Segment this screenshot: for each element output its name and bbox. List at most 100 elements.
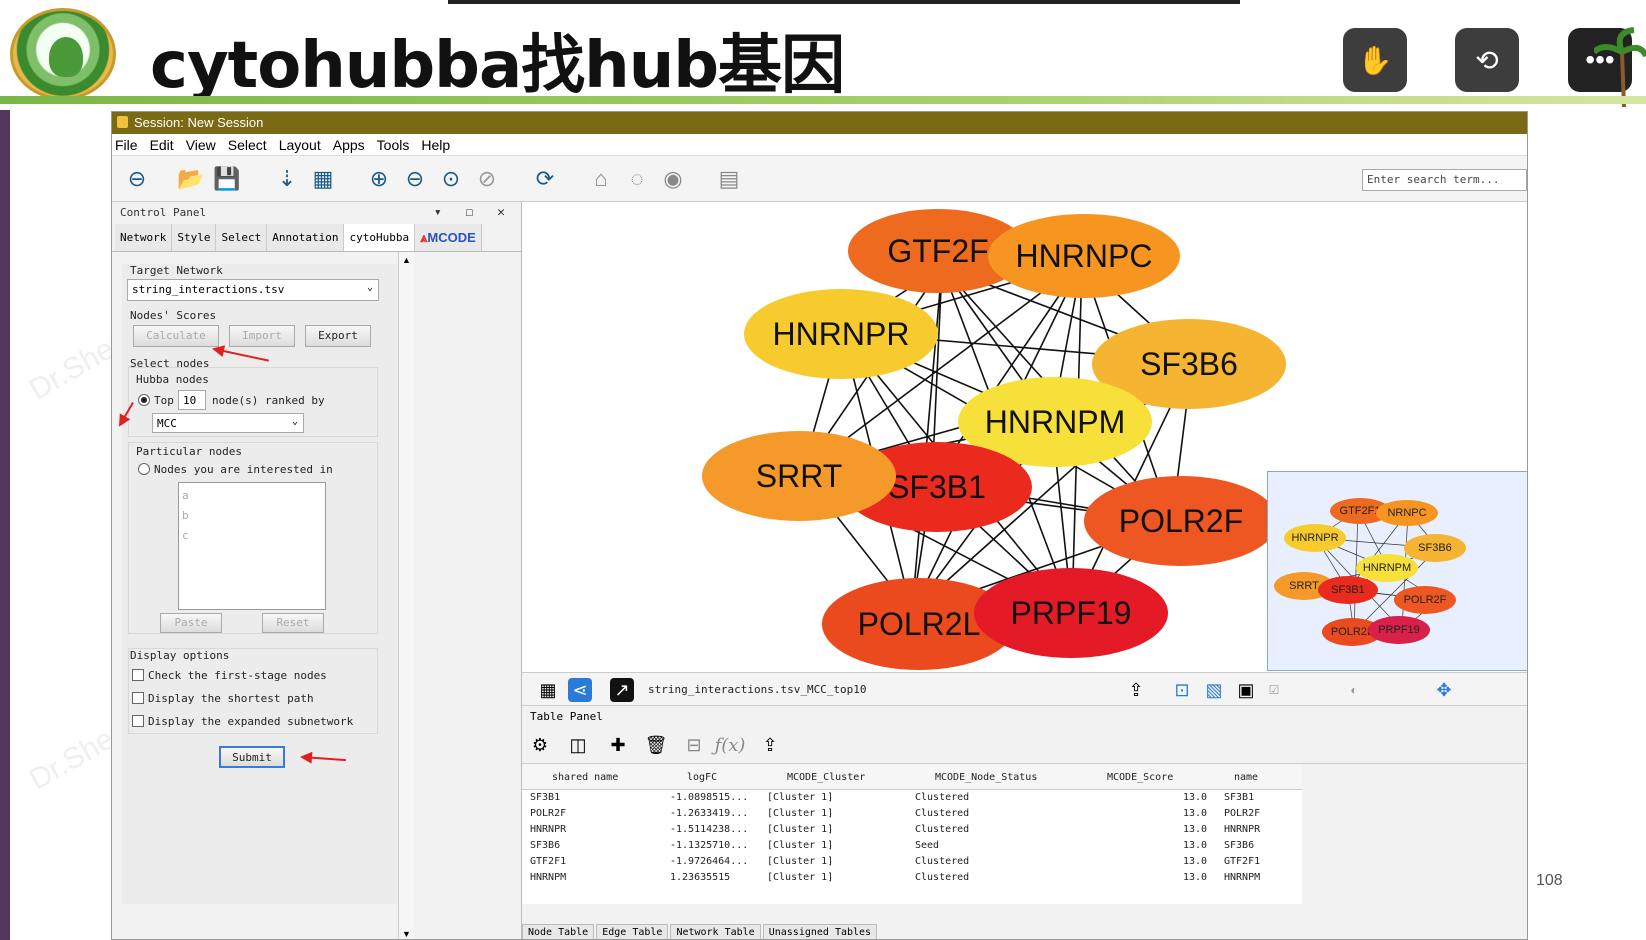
home-icon[interactable]: ⌂ <box>586 164 616 194</box>
column-header[interactable]: name <box>1234 772 1258 783</box>
calculate-button[interactable]: Calculate <box>133 325 219 347</box>
column-header[interactable]: MCODE_Node_Status <box>935 772 1037 783</box>
table-row[interactable]: HNRNPR -1.5114238... [Cluster 1] Clustered 1… <box>522 822 1302 838</box>
zoom-out-icon[interactable]: ⊖ <box>400 164 430 194</box>
table-row[interactable]: SF3B6 -1.1325710... [Cluster 1] Seed 13.0 SF3… <box>522 838 1302 854</box>
select-nodes-icon[interactable]: ⊡ <box>1170 678 1194 702</box>
shortest-path-checkbox[interactable] <box>132 692 144 704</box>
menu-apps[interactable]: Apps <box>333 134 365 155</box>
export-icon[interactable]: ⇪ <box>1124 678 1148 702</box>
rotate-button[interactable]: ⟲ <box>1455 28 1519 92</box>
hide-icon[interactable]: ◌ <box>622 164 652 194</box>
open-folder-icon[interactable]: 📂 <box>176 164 206 194</box>
target-network-select[interactable]: string_interactions.tsv ⌄ <box>127 279 379 301</box>
network-node[interactable]: POLR2F <box>1084 476 1278 566</box>
annotation-arrow <box>301 756 346 762</box>
scroll-down-icon[interactable]: ▼ <box>402 929 411 939</box>
table-row[interactable]: HNRNPM 1.23635515 [Cluster 1] Clustered 13.0… <box>522 870 1302 886</box>
zoom-selected-icon[interactable]: ⊘ <box>472 164 502 194</box>
network-icon[interactable]: ⊖ <box>122 164 152 194</box>
import-network-icon[interactable]: ⇣ <box>272 164 302 194</box>
chevron-down-icon: ⌄ <box>291 416 298 427</box>
column-header[interactable]: shared name <box>552 772 618 783</box>
scroll-up-icon[interactable]: ▲ <box>402 255 411 265</box>
menu-edit[interactable]: Edit <box>150 134 174 155</box>
function-icon[interactable]: ƒ(x) <box>715 733 746 757</box>
export-table-icon[interactable]: ⇪ <box>758 733 782 757</box>
top-nodes-radio[interactable] <box>138 394 150 406</box>
reset-button[interactable]: Reset <box>262 613 324 633</box>
expanded-subnetwork-checkbox[interactable] <box>132 715 144 727</box>
panel-window-buttons[interactable]: ▾ ☐ ✕ <box>434 202 513 224</box>
tab-network-table[interactable]: Network Table <box>670 924 761 939</box>
select-edges-icon[interactable]: ▧ <box>1202 678 1226 702</box>
search-input[interactable]: Enter search term... <box>1362 169 1527 191</box>
network-node[interactable]: HNRNPR <box>744 289 938 379</box>
tab-unassigned-tables[interactable]: Unassigned Tables <box>762 924 878 939</box>
caption-toggle-button[interactable]: ✋ <box>1343 28 1407 92</box>
network-node[interactable]: HNRNPC <box>988 214 1180 298</box>
document-icon[interactable]: ▤ <box>714 164 744 194</box>
top-count-field[interactable]: 10 <box>178 390 206 410</box>
tab-node-table[interactable]: Node Table <box>522 924 595 939</box>
gear-icon[interactable]: ⚙ <box>528 733 552 757</box>
link-icon[interactable]: ⊟ <box>682 733 706 757</box>
network-node[interactable]: SRRT <box>702 431 896 521</box>
pan-icon[interactable]: ✥ <box>1432 678 1456 702</box>
refresh-icon[interactable]: ⟳ <box>530 164 560 194</box>
import-button[interactable]: Import <box>229 325 295 347</box>
columns-icon[interactable]: ◫ <box>566 733 590 757</box>
table-cell: [Cluster 1] <box>767 808 834 819</box>
network-node[interactable]: PRPF19 <box>974 568 1168 658</box>
tab-cytohubba[interactable]: cytoHubba <box>344 224 416 251</box>
zoom-fit-icon[interactable]: ⊙ <box>436 164 466 194</box>
menu-help[interactable]: Help <box>421 134 450 155</box>
submit-button[interactable]: Submit <box>219 746 285 768</box>
zoom-in-icon[interactable]: ⊕ <box>364 164 394 194</box>
detach-icon[interactable]: ↗ <box>610 678 634 702</box>
table-cell: -1.9726464... <box>670 856 749 867</box>
menu-tools[interactable]: Tools <box>377 134 410 155</box>
export-button[interactable]: Export <box>305 325 371 347</box>
tab-select[interactable]: Select <box>216 224 268 251</box>
table-row[interactable]: SF3B1 -1.0898515... [Cluster 1] Clustered 13… <box>522 790 1302 806</box>
menu-view[interactable]: View <box>186 134 216 155</box>
network-view-toolbar: ▦ ⋖ ↗ string_interactions.tsv_MCC_top10 … <box>522 672 1527 706</box>
control-panel-scrollbar[interactable]: ▲ ▼ <box>398 252 414 939</box>
node-label: HNRNPM <box>984 403 1126 440</box>
table-row[interactable]: POLR2F -1.2633419... [Cluster 1] Clustered 1… <box>522 806 1302 822</box>
cytohubba-panel: Target Network string_interactions.tsv ⌄ … <box>119 264 400 904</box>
hidden-icon[interactable]: ◐ <box>1342 678 1366 702</box>
tab-annotation[interactable]: Annotation <box>267 224 345 251</box>
network-overview-map[interactable]: GTF2F1 NRNPC HNRNPR SF3B6 HNRNPM SRRT SF… <box>1267 471 1527 671</box>
menu-file[interactable]: File <box>115 134 138 155</box>
menu-select[interactable]: Select <box>228 134 267 155</box>
select-all-icon[interactable]: ▣ <box>1234 678 1258 702</box>
save-icon[interactable]: 💾 <box>212 164 242 194</box>
tab-mcode[interactable]: ⩓MCODE <box>415 224 482 251</box>
trash-icon[interactable]: 🗑 <box>644 733 668 757</box>
ranking-method-select[interactable]: MCC ⌄ <box>152 413 304 433</box>
show-icon[interactable]: ◉ <box>658 164 688 194</box>
network-view[interactable]: GTF2F HNRNPC HNRNPR SF3B6 HNRNPM SF3B1 S… <box>522 202 1527 672</box>
tab-style[interactable]: Style <box>172 224 217 251</box>
column-header[interactable]: logFC <box>687 772 717 783</box>
checkbox-icon[interactable]: ☑ <box>1262 678 1286 702</box>
first-stage-checkbox[interactable] <box>132 669 144 681</box>
tab-edge-table[interactable]: Edge Table <box>596 924 669 939</box>
nodes-textarea[interactable]: a b c <box>178 482 326 610</box>
table-row[interactable]: GTF2F1 -1.9726464... [Cluster 1] Clustered 1… <box>522 854 1302 870</box>
import-table-icon[interactable]: ▦ <box>308 164 338 194</box>
column-header[interactable]: MCODE_Score <box>1107 772 1173 783</box>
grid-icon[interactable]: ▦ <box>536 678 560 702</box>
interested-nodes-radio[interactable] <box>138 463 150 475</box>
share-icon[interactable]: ⋖ <box>568 678 592 702</box>
menu-layout[interactable]: Layout <box>279 134 321 155</box>
table-cell: [Cluster 1] <box>767 824 834 835</box>
add-icon[interactable]: ✚ <box>606 733 630 757</box>
tab-network[interactable]: Network <box>115 224 173 251</box>
node-label: SF3B1 <box>888 468 986 505</box>
paste-button[interactable]: Paste <box>160 613 222 633</box>
column-header[interactable]: MCODE_Cluster <box>787 772 865 783</box>
table-cell: POLR2F <box>530 808 567 819</box>
